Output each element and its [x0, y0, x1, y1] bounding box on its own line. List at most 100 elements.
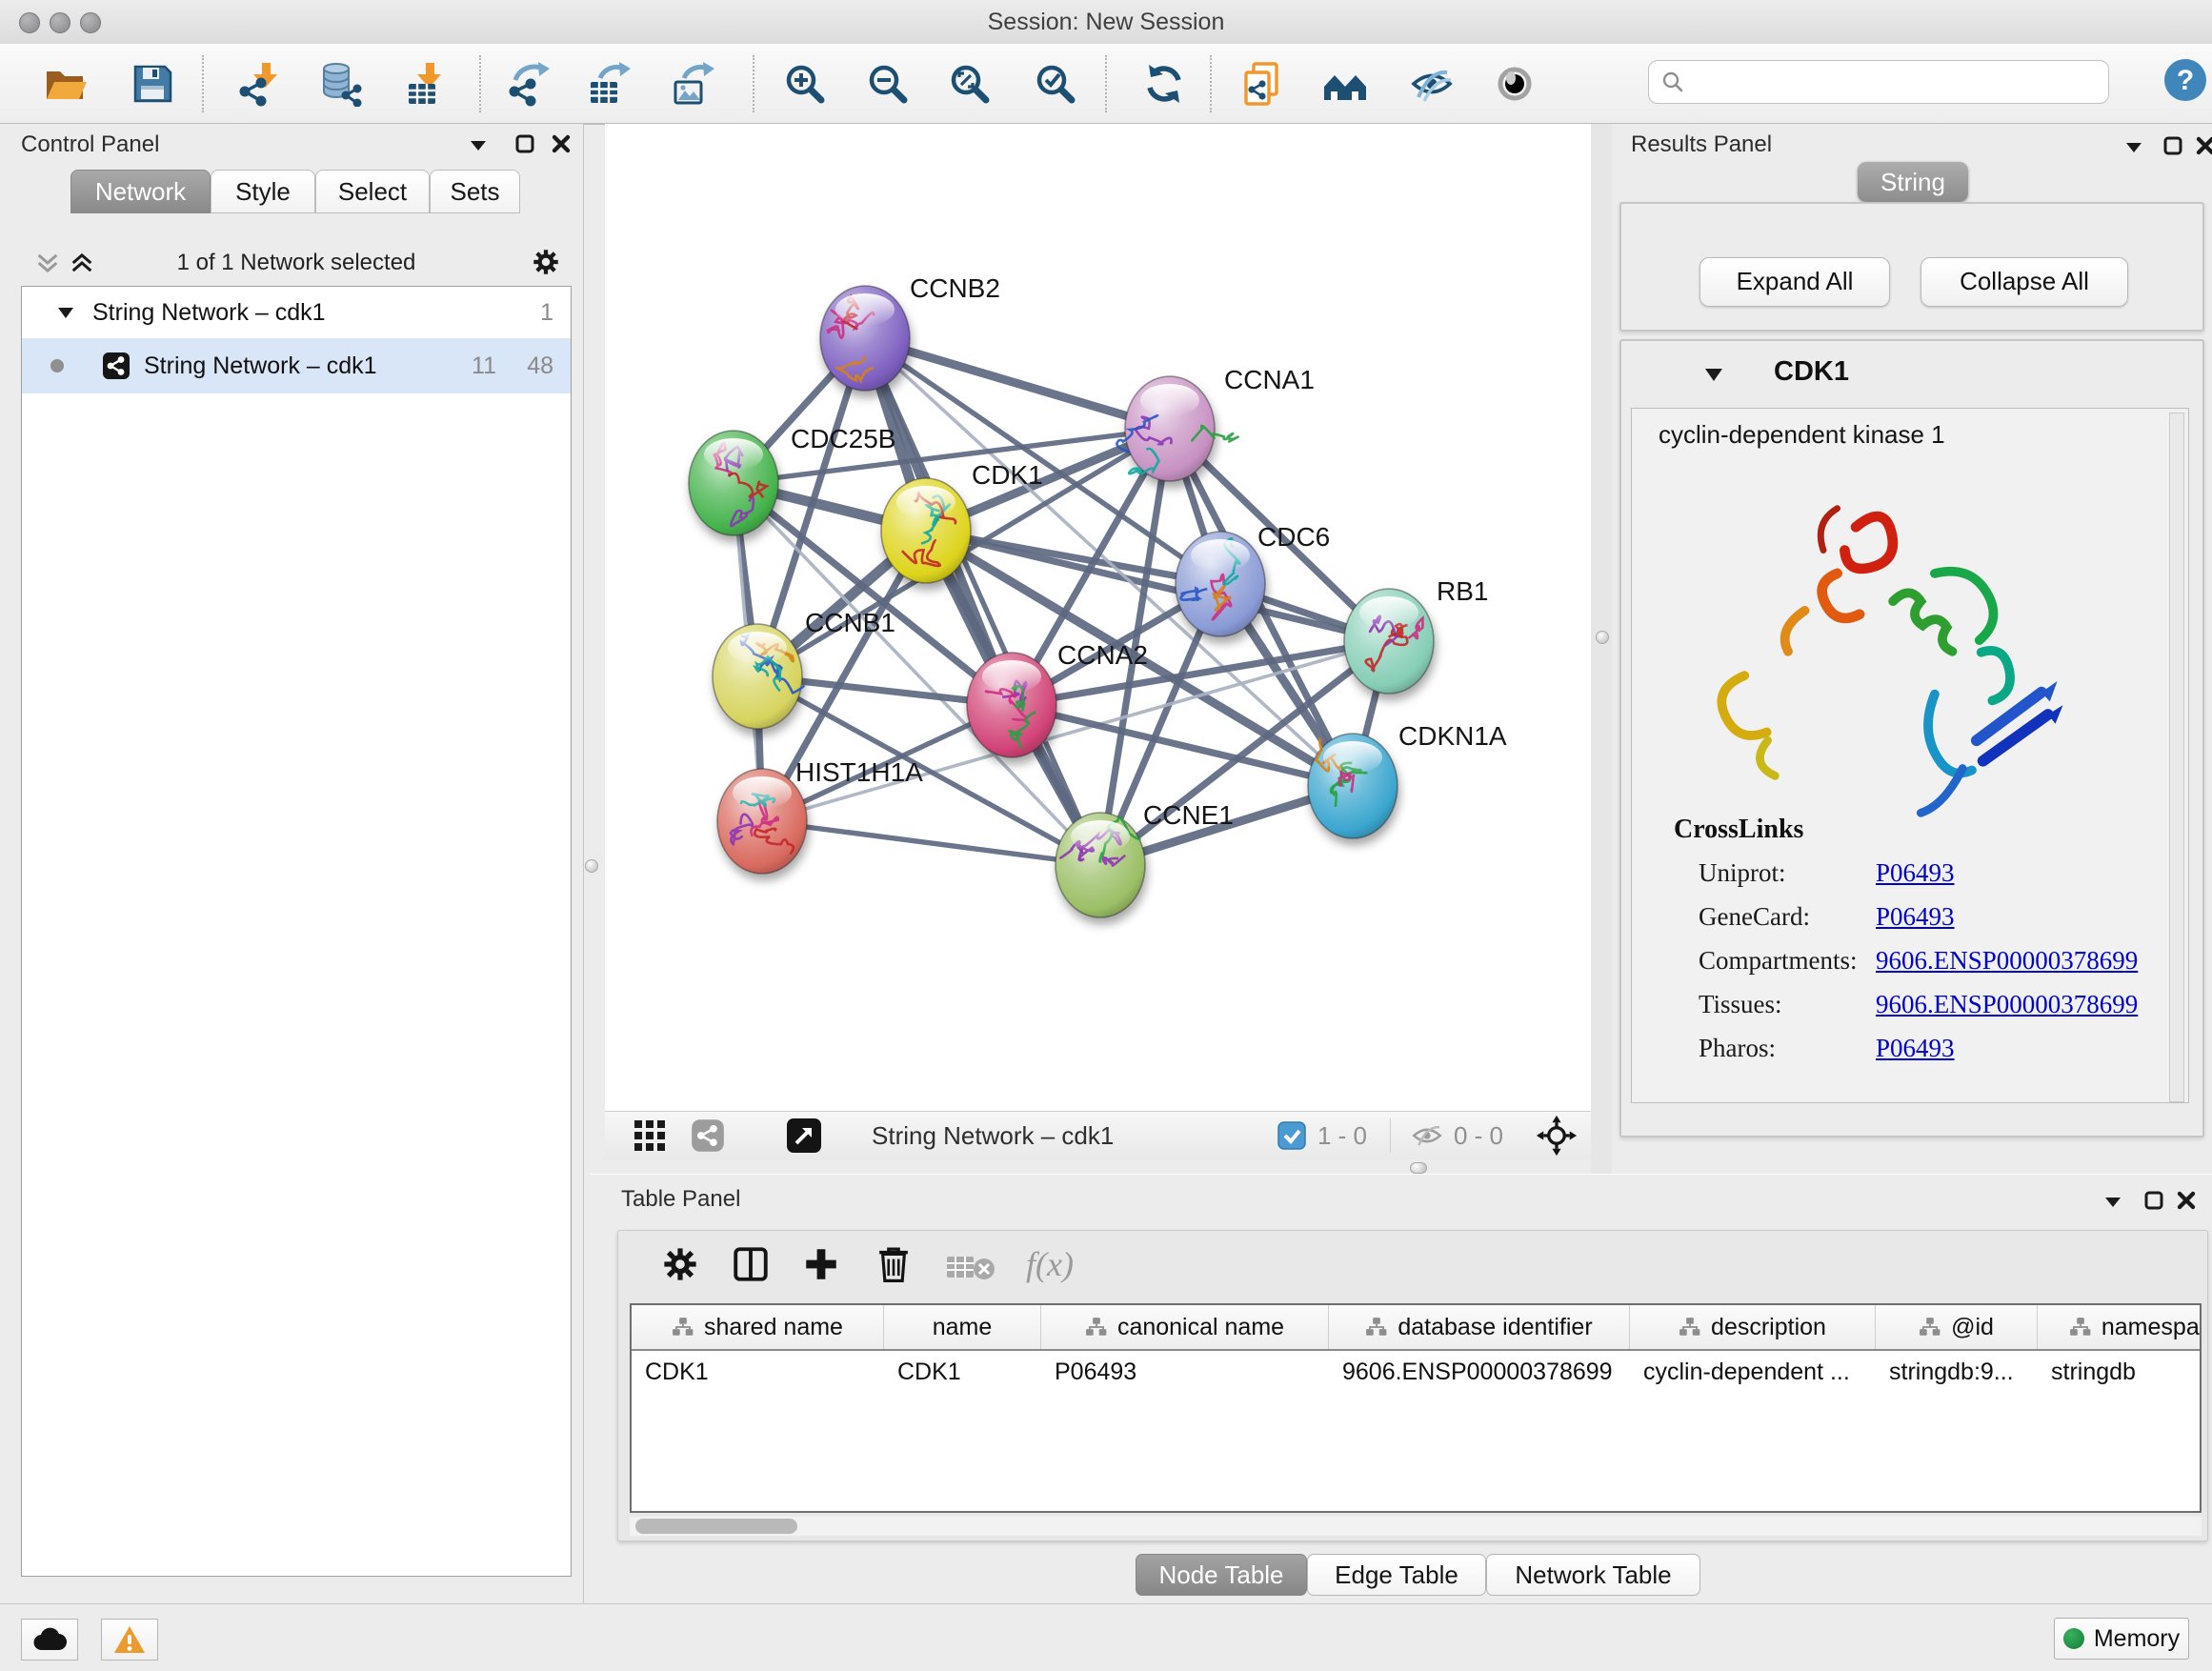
zoom-in-icon[interactable] — [782, 61, 828, 107]
tab-node-table[interactable]: Node Table — [1136, 1554, 1307, 1596]
crosslink-link[interactable]: 9606.ENSP00000378699 — [1876, 946, 2138, 976]
node-table[interactable]: shared namenamecanonical name database id… — [630, 1303, 2202, 1513]
table-hscrollbar-thumb[interactable] — [635, 1519, 797, 1534]
network-collection-row[interactable]: String Network – cdk1 1 — [22, 287, 571, 338]
splitter-handle-right[interactable] — [1596, 631, 1609, 644]
show-hidden-icon[interactable] — [1492, 61, 1538, 107]
tab-network[interactable]: Network — [70, 170, 211, 213]
splitter-handle-left[interactable] — [585, 859, 598, 873]
zoom-selected-icon[interactable] — [1033, 61, 1078, 107]
control-panel-menu-icon[interactable] — [467, 135, 490, 154]
node-label-CCNA2: CCNA2 — [1057, 640, 1148, 670]
protein-structure-image — [1651, 462, 2070, 824]
network-row[interactable]: String Network – cdk1 11 48 — [22, 338, 571, 393]
crosslink-row: Uniprot:P06493 — [1632, 851, 2188, 895]
network-canvas[interactable]: CCNB2CCNA1CDC25BCDK1CDC6RB1CCNB1CCNA2CDK… — [605, 124, 1591, 1111]
table-panel-float-icon[interactable] — [2143, 1190, 2164, 1211]
crosslink-link[interactable]: P06493 — [1876, 858, 1955, 888]
column-network-icon — [1679, 1317, 1701, 1338]
search-field[interactable] — [1648, 60, 2109, 104]
column-header-name[interactable]: name — [884, 1305, 1041, 1349]
tab-select[interactable]: Select — [315, 170, 430, 213]
column-header-database-identifier[interactable]: database identifier — [1329, 1305, 1630, 1349]
warnings-button[interactable] — [101, 1619, 158, 1661]
edge-CCNB2-CCNA1[interactable] — [865, 338, 1170, 429]
tab-string[interactable]: String — [1858, 162, 1968, 202]
node-CCNB1[interactable]: CCNB1 — [713, 608, 895, 729]
crosslink-link[interactable]: 9606.ENSP00000378699 — [1876, 990, 2138, 1019]
table-row[interactable]: CDK1CDK1P064939606.ENSP00000378699cyclin… — [632, 1351, 2200, 1395]
node-HIST1H1A[interactable]: HIST1H1A — [717, 757, 923, 874]
control-panel-float-icon[interactable] — [514, 133, 535, 154]
column-header-shared-name[interactable]: shared name — [632, 1305, 884, 1349]
export-image-icon[interactable] — [671, 61, 716, 107]
open-session-icon[interactable] — [42, 61, 88, 107]
crosslink-link[interactable]: P06493 — [1876, 1034, 1955, 1063]
zoom-fit-icon[interactable] — [947, 61, 993, 107]
node-CCNA1[interactable]: CCNA1 — [1116, 365, 1314, 481]
import-database-icon[interactable] — [316, 61, 362, 107]
hide-selected-icon[interactable] — [1409, 61, 1455, 107]
column-network-icon — [1919, 1317, 1941, 1338]
column-header--id[interactable]: @id — [1876, 1305, 2038, 1349]
results-panel-menu-icon[interactable] — [2122, 137, 2145, 156]
edge-HIST1H1A-CCNE1[interactable] — [762, 821, 1100, 865]
splitter-right[interactable] — [1591, 124, 1612, 1174]
refresh-layout-icon[interactable] — [1141, 61, 1187, 107]
expand-all-button[interactable]: Expand All — [1699, 257, 1890, 307]
delete-table-icon[interactable] — [946, 1254, 995, 1282]
birdseye-icon[interactable] — [1536, 1115, 1578, 1157]
table-settings-gear-icon[interactable] — [660, 1244, 700, 1284]
delete-column-icon[interactable] — [874, 1242, 914, 1284]
network-share-icon[interactable] — [691, 1118, 725, 1153]
table-hscrollbar[interactable] — [630, 1517, 2202, 1536]
column-network-icon — [672, 1317, 694, 1338]
gene-collapse-icon[interactable] — [1703, 366, 1724, 383]
export-network-icon[interactable] — [506, 61, 552, 107]
function-builder-icon[interactable]: f(x) — [1026, 1244, 1074, 1284]
import-table-icon[interactable] — [403, 61, 449, 107]
control-panel-close-icon[interactable] — [551, 133, 572, 154]
tab-sets[interactable]: Sets — [430, 170, 520, 213]
hidden-eye-icon[interactable] — [1410, 1120, 1444, 1151]
column-label: database identifier — [1398, 1314, 1592, 1341]
detach-view-icon[interactable] — [786, 1117, 822, 1154]
network-options-gear-icon[interactable] — [530, 246, 562, 278]
node-CCNE1[interactable]: CCNE1 — [1056, 800, 1234, 917]
collapse-all-button[interactable]: Collapse All — [1920, 257, 2128, 307]
tab-network-table[interactable]: Network Table — [1486, 1554, 1700, 1596]
grid-view-icon[interactable] — [633, 1119, 666, 1152]
import-network-icon[interactable] — [236, 61, 282, 107]
splitter-handle-bottom[interactable] — [1410, 1162, 1427, 1174]
split-table-icon[interactable] — [731, 1244, 771, 1284]
column-header-description[interactable]: description — [1630, 1305, 1876, 1349]
export-table-icon[interactable] — [587, 61, 633, 107]
tab-edge-table[interactable]: Edge Table — [1307, 1554, 1486, 1596]
toolbar-divider — [753, 55, 754, 112]
table-panel-menu-icon[interactable] — [2101, 1192, 2124, 1211]
cytoscape-window: Session: New Session — [0, 0, 2212, 1671]
duplicate-network-icon[interactable] — [1238, 61, 1284, 107]
results-panel-float-icon[interactable] — [2162, 135, 2183, 156]
column-header-canonical-name[interactable]: canonical name — [1041, 1305, 1329, 1349]
hidden-count: 0 - 0 — [1454, 1121, 1503, 1151]
crosslink-link[interactable]: P06493 — [1876, 902, 1955, 932]
tab-style[interactable]: Style — [211, 170, 315, 213]
node-CDKN1A[interactable]: CDKN1A — [1308, 721, 1507, 838]
column-header-namespace[interactable]: namespace — [2038, 1305, 2202, 1349]
add-column-icon[interactable] — [801, 1244, 841, 1284]
results-panel-close-icon[interactable] — [2195, 135, 2212, 156]
first-neighbors-icon[interactable] — [1322, 61, 1368, 107]
memory-button[interactable]: Memory — [2054, 1618, 2189, 1660]
table-panel-close-icon[interactable] — [2176, 1190, 2197, 1211]
help-icon[interactable]: ? — [2162, 57, 2208, 103]
save-session-icon[interactable] — [130, 61, 175, 107]
cloud-button[interactable] — [21, 1619, 78, 1661]
zoom-out-icon[interactable] — [865, 61, 911, 107]
column-network-icon — [1085, 1317, 1108, 1338]
selected-checkbox-icon[interactable] — [1277, 1121, 1306, 1150]
collection-expand-icon[interactable] — [56, 305, 75, 320]
node-RB1[interactable]: RB1 — [1344, 576, 1488, 694]
search-input[interactable] — [1685, 68, 2070, 96]
edge-CCNA2-CDKN1A[interactable] — [1012, 705, 1353, 786]
